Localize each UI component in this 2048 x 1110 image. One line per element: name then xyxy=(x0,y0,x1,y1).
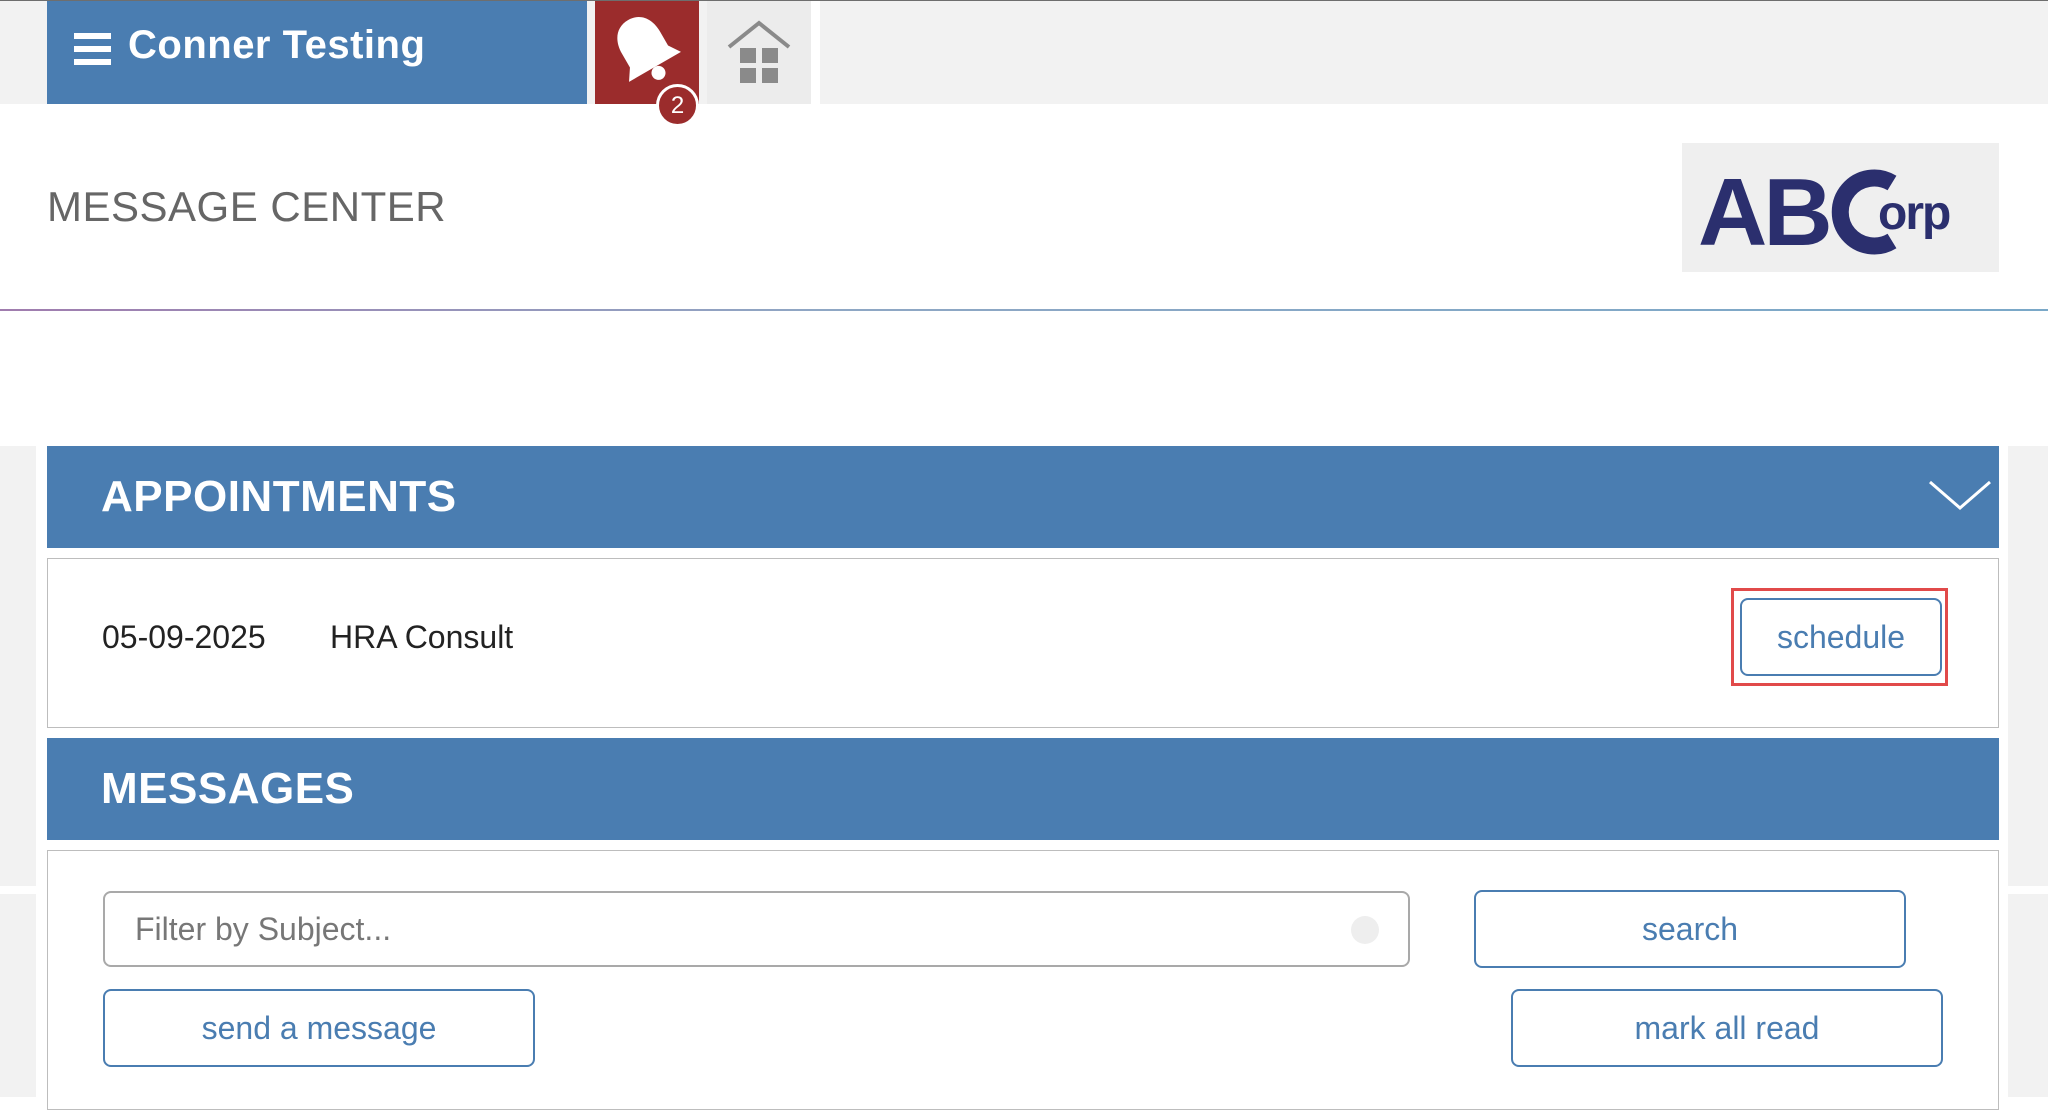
svg-text:AB: AB xyxy=(1698,159,1829,266)
home-icon xyxy=(727,20,791,83)
notification-count-badge: 2 xyxy=(656,84,699,127)
right-gutter xyxy=(2008,894,2048,1097)
top-bar-divider xyxy=(811,1,820,104)
header-divider xyxy=(0,309,2048,311)
clear-icon[interactable] xyxy=(1351,916,1379,944)
menu-icon[interactable] xyxy=(74,33,111,65)
appointments-section-header[interactable]: APPOINTMENTS xyxy=(47,446,1999,548)
appointment-date: 05-09-2025 xyxy=(102,619,266,655)
appointment-type: HRA Consult xyxy=(330,619,514,655)
subject-filter-field[interactable] xyxy=(103,891,1410,967)
appointments-panel: 05-09-2025 HRA Consult xyxy=(47,558,1999,728)
app-brand-bar: Conner Testing xyxy=(47,1,587,104)
search-button[interactable]: search xyxy=(1474,890,1906,968)
subject-filter-input[interactable] xyxy=(133,907,1333,951)
send-message-button[interactable]: send a message xyxy=(103,989,535,1067)
right-gutter xyxy=(2008,446,2048,886)
left-gutter xyxy=(0,894,36,1097)
left-gutter xyxy=(0,446,36,886)
company-logo: AB orp xyxy=(1682,143,1999,272)
appointments-title: APPOINTMENTS xyxy=(101,472,457,521)
messages-title: MESSAGES xyxy=(101,764,355,813)
app-title: Conner Testing xyxy=(128,23,426,67)
schedule-button[interactable]: schedule xyxy=(1740,598,1942,676)
messages-panel xyxy=(47,850,1999,1110)
page-title: MESSAGE CENTER xyxy=(47,183,447,230)
home-button[interactable] xyxy=(707,1,811,104)
chevron-down-icon[interactable] xyxy=(1927,476,1993,516)
mark-all-read-button[interactable]: mark all read xyxy=(1511,989,1943,1067)
messages-section-header: MESSAGES xyxy=(47,738,1999,840)
svg-text:orp: orp xyxy=(1878,187,1950,240)
